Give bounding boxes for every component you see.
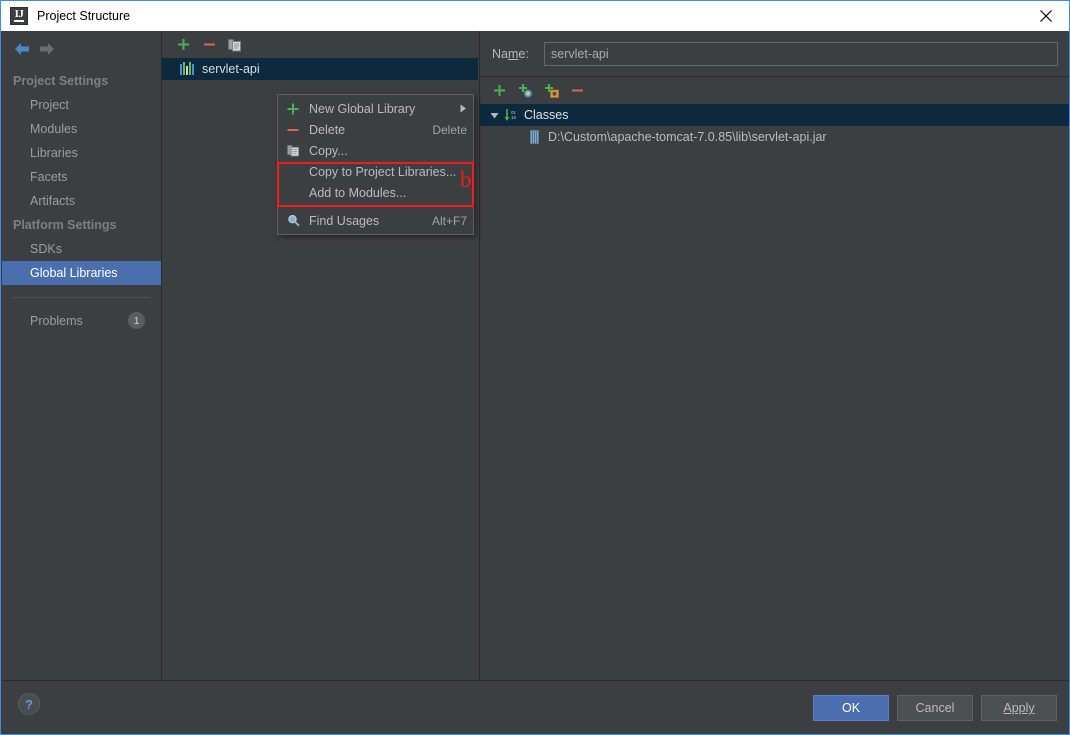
sidebar-item-project[interactable]: Project [2,93,161,117]
library-toolbar [162,31,479,58]
sidebar-group-platform-settings: Platform Settings [13,218,117,232]
annotation-letter-b: b [460,167,472,192]
remove-root-button[interactable] [564,79,590,103]
dialog-body: Project Settings Project Modules Librari… [2,31,1069,680]
list-item[interactable]: servlet-api [162,58,478,80]
library-bars-icon [180,62,195,75]
back-arrow-icon[interactable] [10,37,34,61]
menu-find-usages-label: Find Usages [309,213,380,228]
sidebar-item-facets[interactable]: Facets [2,165,161,189]
list-item-label: servlet-api [202,62,260,76]
chevron-down-icon[interactable] [485,111,503,120]
menu-delete-accel: Delete [432,122,467,137]
library-context-menu: New Global Library Delete Delete Copy...… [277,94,474,235]
menu-find-usages-accel: Alt+F7 [431,213,467,228]
sidebar-divider [12,297,151,298]
add-url-root-button[interactable] [512,79,538,103]
menu-find-usages[interactable]: Find Usages Alt+F7 [278,210,473,231]
chevron-right-icon [459,104,467,113]
library-name-bar: Name: [480,31,1069,77]
add-library-button[interactable] [170,33,196,57]
sidebar-group-project-settings: Project Settings [13,74,109,88]
settings-sidebar: Project Settings Project Modules Librari… [2,31,162,680]
sidebar-item-problems-label: Problems [30,313,83,328]
menu-copy[interactable]: Copy... [278,140,473,161]
menu-delete[interactable]: Delete Delete [278,119,473,140]
dialog-footer: ? OK Cancel Apply [2,680,1069,734]
apply-button-label: Apply [1003,701,1035,715]
search-icon [284,213,302,229]
svg-text:10: 10 [511,115,517,120]
forward-arrow-icon [34,37,58,61]
intellij-idea-icon: IJ [10,7,28,25]
jar-file-icon [525,130,543,144]
menu-copy-to-project-libraries-label: Copy to Project Libraries... [309,164,457,179]
title-bar: IJ Project Structure [1,1,1069,31]
cancel-button[interactable]: Cancel [897,695,973,721]
help-icon[interactable]: ? [18,693,40,715]
sidebar-nav-arrows [2,35,58,63]
name-input[interactable] [544,41,1058,66]
close-icon[interactable] [1023,1,1069,30]
menu-copy-label: Copy... [309,143,348,158]
sidebar-item-artifacts[interactable]: Artifacts [2,189,161,213]
sidebar-list: Project Settings Project Modules Librari… [2,69,161,333]
no-icon-placeholder [284,164,302,180]
sidebar-item-global-libraries[interactable]: Global Libraries [2,261,161,285]
menu-add-to-modules-label: Add to Modules... [309,185,407,200]
window-title: Project Structure [37,9,131,23]
add-root-button[interactable] [486,79,512,103]
tree-node-classes-label: Classes [524,108,569,122]
menu-new-global-library[interactable]: New Global Library [278,98,473,119]
library-roots-tree: 01 10 Classes D:\Custom\apache-tomcat-7.… [480,104,1069,680]
sidebar-item-sdks[interactable]: SDKs [2,237,161,261]
plus-icon [284,101,302,117]
name-field-label: Name: [492,46,529,61]
no-icon-placeholder [284,185,302,201]
tree-node-classes[interactable]: 01 10 Classes [480,104,1069,126]
tree-node-jar[interactable]: D:\Custom\apache-tomcat-7.0.85\lib\servl… [480,126,1069,148]
apply-button[interactable]: Apply [981,695,1057,721]
menu-divider [279,206,472,207]
add-jar-directory-button[interactable] [538,79,564,103]
copy-icon [284,143,302,159]
menu-delete-label: Delete [309,122,346,137]
sidebar-item-libraries[interactable]: Libraries [2,141,161,165]
sidebar-item-modules[interactable]: Modules [2,117,161,141]
problems-count-badge: 1 [128,312,145,329]
menu-copy-to-project-libraries[interactable]: Copy to Project Libraries... [278,161,473,182]
library-detail-panel: Name: servlet-api 01 10 Classes D:\Custo… [480,31,1069,680]
copy-library-button[interactable] [222,33,248,57]
roots-toolbar [480,77,1069,104]
tree-node-jar-label: D:\Custom\apache-tomcat-7.0.85\lib\servl… [548,130,827,144]
project-structure-dialog: IJ Project Structure Project Settings Pr… [0,0,1070,735]
menu-add-to-modules[interactable]: Add to Modules... [278,182,473,203]
menu-new-global-library-label: New Global Library [309,101,416,116]
remove-library-button[interactable] [196,33,222,57]
minus-icon [284,122,302,138]
classes-order-icon: 01 10 [503,108,521,123]
sidebar-item-problems[interactable]: Problems 1 [2,308,161,333]
ok-button[interactable]: OK [813,695,889,721]
